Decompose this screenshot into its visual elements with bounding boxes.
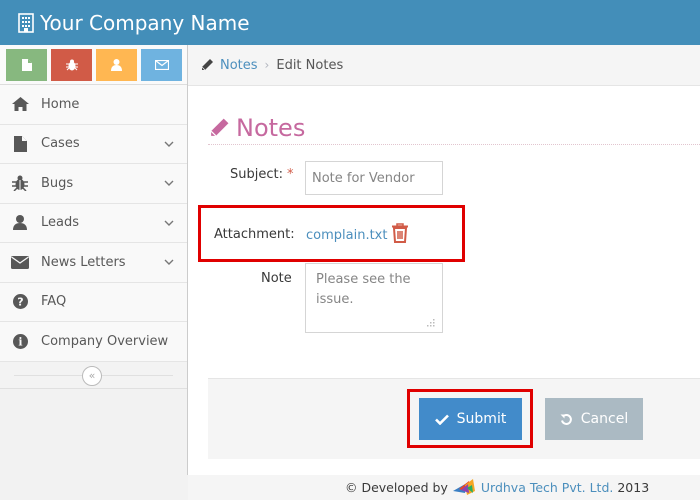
trash-icon[interactable] — [391, 222, 409, 243]
sidebar-item-company-overview[interactable]: i Company Overview — [0, 322, 187, 362]
sidebar-item-label: Leads — [41, 215, 80, 231]
page-header: Notes — [208, 111, 700, 145]
bug-icon — [65, 59, 78, 71]
attachment-file-link[interactable]: complain.txt — [306, 228, 387, 243]
building-icon — [18, 12, 34, 33]
check-icon — [434, 414, 449, 425]
sidebar-shortcuts — [0, 45, 187, 85]
breadcrumb-notes-link[interactable]: Notes — [220, 58, 258, 73]
sidebar-item-label: News Letters — [41, 254, 126, 270]
envelope-icon — [154, 60, 169, 70]
footer-year: 2013 — [617, 480, 650, 495]
subject-label: Subject: — [230, 167, 283, 182]
sidebar-item-faq[interactable]: ? FAQ — [0, 283, 187, 322]
note-textarea-value: Please see the issue. — [316, 272, 411, 307]
submit-label: Submit — [456, 411, 507, 427]
sidebar-collapse-button[interactable]: « — [82, 365, 102, 386]
page-title: Notes — [236, 113, 306, 142]
sidebar-item-label: Home — [41, 96, 80, 112]
form-actions: Submit Cancel — [208, 378, 700, 459]
sidebar-item-home[interactable]: Home — [0, 85, 187, 125]
sidebar-item-label: Company Overview — [41, 333, 169, 349]
sidebar-collapse-bar: « — [0, 361, 187, 389]
sidebar-item-bugs[interactable]: Bugs — [0, 164, 187, 204]
chevron-down-icon — [164, 141, 174, 147]
breadcrumb: Notes › Edit Notes — [188, 45, 700, 86]
chevron-down-icon — [164, 259, 174, 265]
sidebar-item-label: Bugs — [41, 175, 74, 191]
bug-icon — [11, 174, 29, 192]
attachment-value: complain.txt — [306, 222, 409, 243]
breadcrumb-current: Edit Notes — [276, 57, 344, 73]
sidebar-item-label: Cases — [41, 136, 80, 152]
subject-input-value: Note for Vendor — [312, 170, 415, 186]
attachment-label: Attachment: — [214, 227, 295, 242]
footer: © Developed by Urdhva Tech Pvt. Ltd. 201… — [188, 475, 700, 500]
sidebar-item-newsletters[interactable]: News Letters — [0, 243, 187, 283]
navbar: Your Company Name — [0, 0, 700, 45]
pencil-icon — [208, 117, 230, 139]
user-icon — [111, 59, 122, 71]
file-icon — [11, 135, 29, 153]
sidebar-item-cases[interactable]: Cases — [0, 125, 187, 164]
main-content: Notes › Edit Notes Notes Subject: * Note… — [188, 45, 700, 475]
cancel-label: Cancel — [580, 411, 629, 427]
shortcut-leads-button[interactable] — [96, 49, 137, 81]
company-logo-icon — [452, 478, 477, 497]
submit-button[interactable]: Submit — [419, 398, 522, 440]
attachment-row: Attachment: — [214, 227, 295, 242]
question-circle-icon: ? — [11, 293, 29, 311]
svg-text:?: ? — [17, 296, 23, 309]
undo-icon — [560, 413, 573, 426]
sidebar: Home Cases Bugs Leads News Letters ? FAQ… — [0, 45, 188, 475]
sidebar-nav: Home Cases Bugs Leads News Letters ? FAQ… — [0, 85, 187, 362]
note-label: Note — [261, 271, 292, 286]
sidebar-item-label: FAQ — [41, 294, 67, 310]
user-icon — [11, 214, 29, 232]
resize-grip-icon[interactable] — [426, 318, 436, 328]
sidebar-item-leads[interactable]: Leads — [0, 204, 187, 243]
footer-prefix: © Developed by — [345, 480, 448, 495]
cancel-button[interactable]: Cancel — [545, 398, 643, 440]
subject-input[interactable]: Note for Vendor — [305, 161, 443, 195]
required-mark: * — [286, 167, 294, 182]
brand-name[interactable]: Your Company Name — [40, 11, 250, 35]
shortcut-cases-button[interactable] — [6, 49, 47, 81]
pencil-icon — [200, 58, 214, 72]
shortcut-newsletters-button[interactable] — [141, 49, 182, 81]
envelope-icon — [11, 253, 29, 271]
double-chevron-left-icon: « — [88, 369, 96, 382]
note-row: Note — [261, 271, 292, 286]
shortcut-bugs-button[interactable] — [51, 49, 92, 81]
info-circle-icon: i — [11, 332, 29, 350]
svg-text:i: i — [18, 335, 22, 348]
note-textarea[interactable]: Please see the issue. — [305, 263, 443, 333]
breadcrumb-separator: › — [264, 58, 270, 72]
chevron-down-icon — [164, 220, 174, 226]
file-icon — [21, 59, 32, 71]
footer-company-link[interactable]: Urdhva Tech Pvt. Ltd. — [481, 480, 613, 495]
subject-row: Subject: * — [230, 167, 293, 182]
home-icon — [11, 95, 29, 113]
chevron-down-icon — [164, 180, 174, 186]
